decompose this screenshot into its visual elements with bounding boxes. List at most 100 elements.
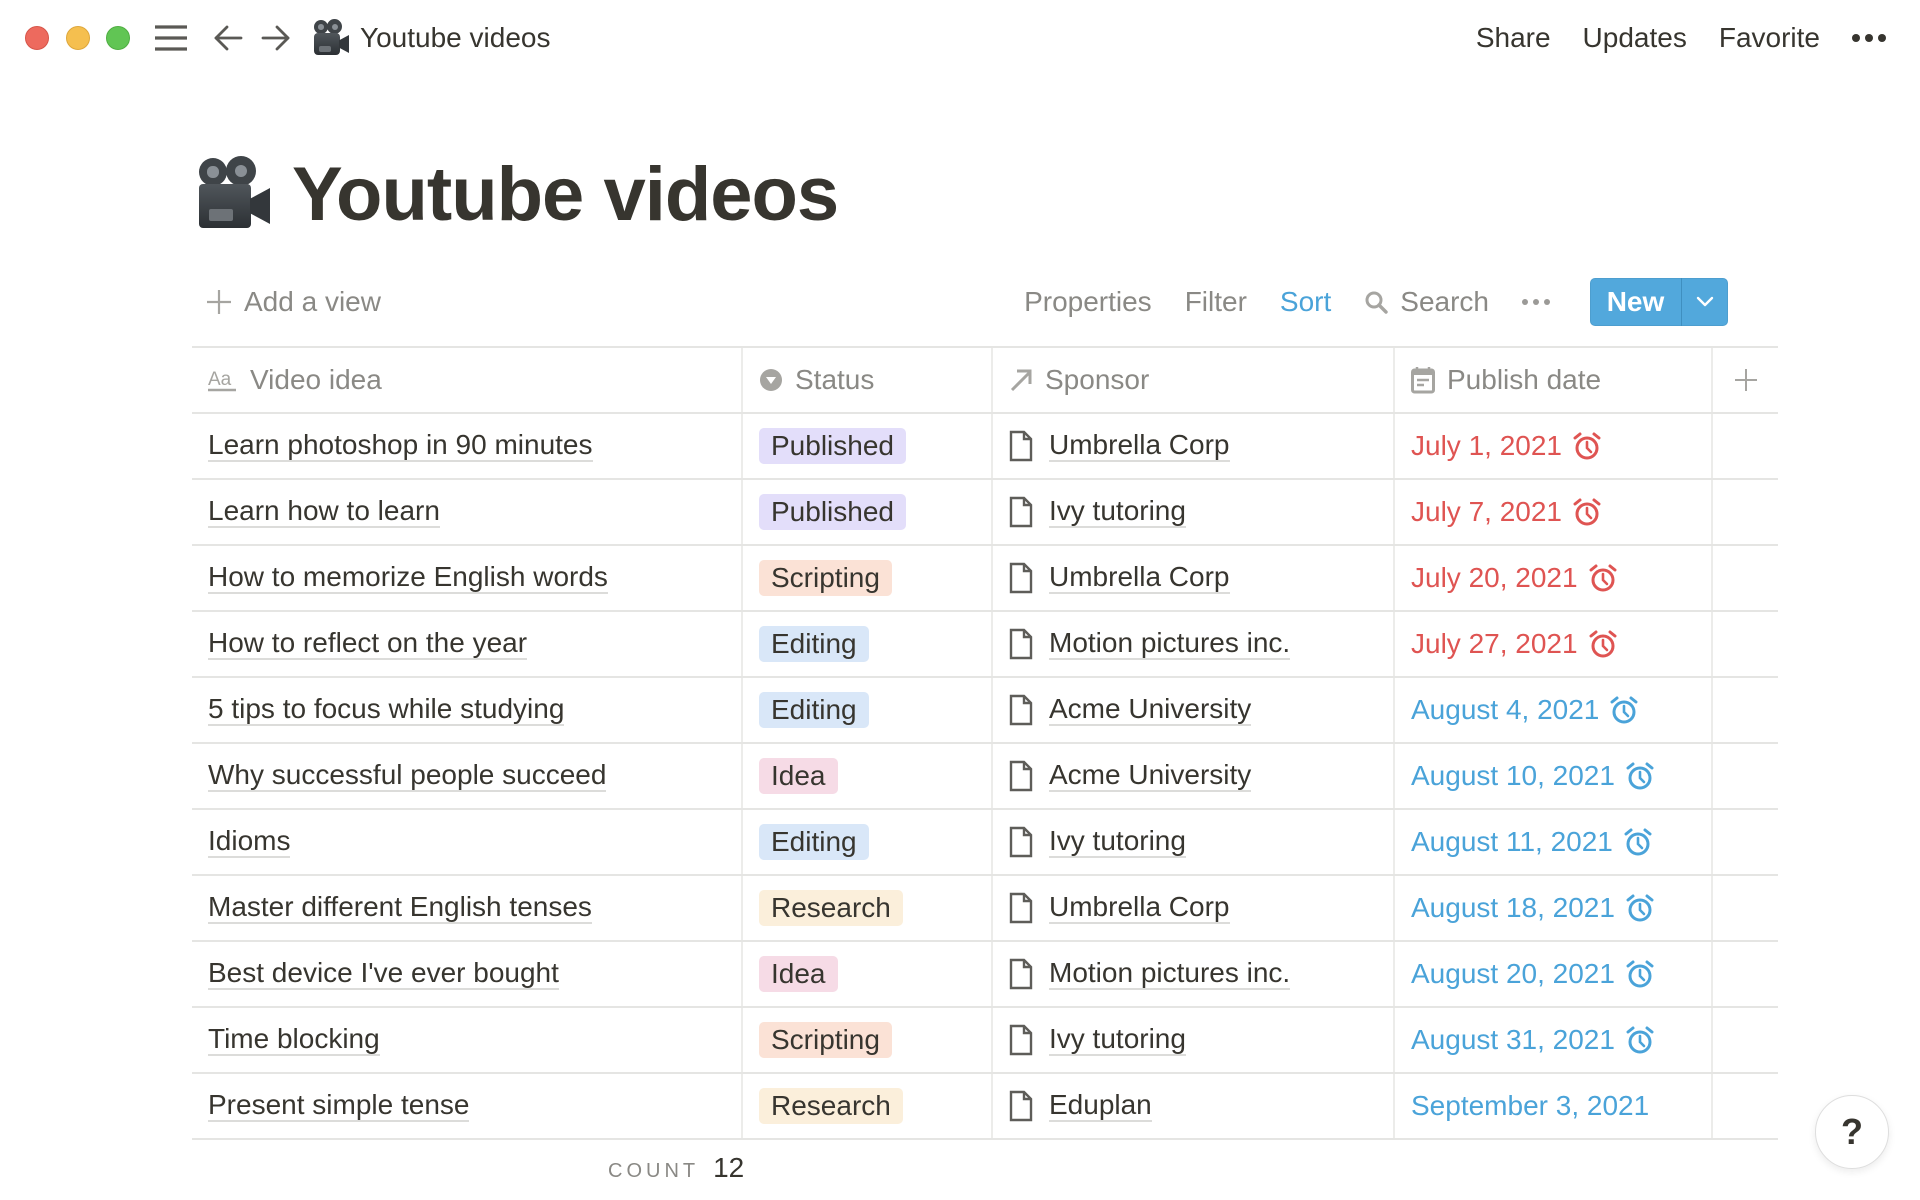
publish-date[interactable]: August 18, 2021 bbox=[1411, 892, 1655, 924]
sponsor-link[interactable]: Umbrella Corp bbox=[1009, 562, 1230, 594]
status-tag[interactable]: Editing bbox=[759, 692, 869, 728]
search-button[interactable]: Search bbox=[1364, 286, 1489, 318]
table-row[interactable]: Master different English tenses Research U… bbox=[192, 876, 1778, 942]
cell-sponsor[interactable]: Umbrella Corp bbox=[993, 546, 1395, 610]
sponsor-link[interactable]: Umbrella Corp bbox=[1009, 892, 1230, 924]
cell-publish-date[interactable]: August 11, 2021 bbox=[1395, 810, 1713, 874]
status-tag[interactable]: Scripting bbox=[759, 560, 892, 596]
cell-status[interactable]: Editing bbox=[743, 810, 993, 874]
cell-sponsor[interactable]: Eduplan bbox=[993, 1074, 1395, 1138]
cell-sponsor[interactable]: Acme University bbox=[993, 678, 1395, 742]
cell-sponsor[interactable]: Motion pictures inc. bbox=[993, 942, 1395, 1006]
sponsor-link[interactable]: Motion pictures inc. bbox=[1009, 628, 1291, 660]
cell-publish-date[interactable]: July 1, 2021 bbox=[1395, 414, 1713, 478]
filter-button[interactable]: Filter bbox=[1185, 286, 1247, 318]
page-title[interactable]: Youtube videos bbox=[292, 151, 839, 238]
video-idea-title[interactable]: Master different English tenses bbox=[208, 892, 592, 924]
cell-status[interactable]: Scripting bbox=[743, 1008, 993, 1072]
status-tag[interactable]: Idea bbox=[759, 956, 838, 992]
cell-video-idea[interactable]: Learn photoshop in 90 minutes bbox=[192, 414, 743, 478]
cell-sponsor[interactable]: Motion pictures inc. bbox=[993, 612, 1395, 676]
table-row[interactable]: Why successful people succeed Idea Acme Un… bbox=[192, 744, 1778, 810]
cell-status[interactable]: Editing bbox=[743, 612, 993, 676]
status-tag[interactable]: Editing bbox=[759, 824, 869, 860]
status-tag[interactable]: Published bbox=[759, 494, 906, 530]
status-tag[interactable]: Research bbox=[759, 1088, 903, 1124]
properties-button[interactable]: Properties bbox=[1024, 286, 1152, 318]
cell-publish-date[interactable]: July 20, 2021 bbox=[1395, 546, 1713, 610]
video-idea-title[interactable]: Learn how to learn bbox=[208, 496, 440, 528]
table-row[interactable]: How to memorize English words Scripting Um… bbox=[192, 546, 1778, 612]
new-dropdown-button[interactable] bbox=[1682, 278, 1728, 326]
publish-date[interactable]: August 10, 2021 bbox=[1411, 760, 1655, 792]
cell-publish-date[interactable]: August 18, 2021 bbox=[1395, 876, 1713, 940]
more-options-icon[interactable] bbox=[1852, 34, 1886, 42]
table-row[interactable]: Best device I've ever bought Idea Motion p… bbox=[192, 942, 1778, 1008]
column-header-sponsor[interactable]: Sponsor bbox=[993, 348, 1395, 412]
cell-status[interactable]: Published bbox=[743, 480, 993, 544]
sponsor-link[interactable]: Ivy tutoring bbox=[1009, 1024, 1186, 1056]
cell-video-idea[interactable]: How to reflect on the year bbox=[192, 612, 743, 676]
maximize-window-button[interactable] bbox=[106, 26, 130, 50]
table-row[interactable]: Present simple tense Research Eduplan Septe… bbox=[192, 1074, 1778, 1140]
table-row[interactable]: How to reflect on the year Editing Motion … bbox=[192, 612, 1778, 678]
status-tag[interactable]: Idea bbox=[759, 758, 838, 794]
cell-video-idea[interactable]: Best device I've ever bought bbox=[192, 942, 743, 1006]
table-row[interactable]: 5 tips to focus while studying Editing Acm… bbox=[192, 678, 1778, 744]
updates-button[interactable]: Updates bbox=[1583, 22, 1687, 54]
minimize-window-button[interactable] bbox=[66, 26, 90, 50]
cell-publish-date[interactable]: August 10, 2021 bbox=[1395, 744, 1713, 808]
cell-video-idea[interactable]: How to memorize English words bbox=[192, 546, 743, 610]
publish-date[interactable]: August 31, 2021 bbox=[1411, 1024, 1655, 1056]
close-window-button[interactable] bbox=[25, 26, 49, 50]
cell-sponsor[interactable]: Umbrella Corp bbox=[993, 414, 1395, 478]
cell-sponsor[interactable]: Ivy tutoring bbox=[993, 480, 1395, 544]
publish-date[interactable]: August 20, 2021 bbox=[1411, 958, 1655, 990]
status-tag[interactable]: Research bbox=[759, 890, 903, 926]
cell-video-idea[interactable]: Learn how to learn bbox=[192, 480, 743, 544]
cell-publish-date[interactable]: August 31, 2021 bbox=[1395, 1008, 1713, 1072]
cell-status[interactable]: Research bbox=[743, 876, 993, 940]
sort-button[interactable]: Sort bbox=[1280, 286, 1331, 318]
cell-status[interactable]: Scripting bbox=[743, 546, 993, 610]
cell-sponsor[interactable]: Acme University bbox=[993, 744, 1395, 808]
cell-publish-date[interactable]: August 20, 2021 bbox=[1395, 942, 1713, 1006]
cell-publish-date[interactable]: July 7, 2021 bbox=[1395, 480, 1713, 544]
publish-date[interactable]: July 7, 2021 bbox=[1411, 496, 1602, 528]
sponsor-link[interactable]: Acme University bbox=[1009, 694, 1252, 726]
publish-date[interactable]: July 1, 2021 bbox=[1411, 430, 1602, 462]
sponsor-link[interactable]: Motion pictures inc. bbox=[1009, 958, 1291, 990]
sponsor-link[interactable]: Eduplan bbox=[1009, 1090, 1152, 1122]
video-idea-title[interactable]: 5 tips to focus while studying bbox=[208, 694, 565, 726]
cell-sponsor[interactable]: Ivy tutoring bbox=[993, 1008, 1395, 1072]
cell-publish-date[interactable]: August 4, 2021 bbox=[1395, 678, 1713, 742]
share-button[interactable]: Share bbox=[1476, 22, 1551, 54]
cell-sponsor[interactable]: Ivy tutoring bbox=[993, 810, 1395, 874]
help-button[interactable]: ? bbox=[1815, 1095, 1889, 1169]
video-idea-title[interactable]: How to reflect on the year bbox=[208, 628, 528, 660]
video-idea-title[interactable]: Best device I've ever bought bbox=[208, 958, 559, 990]
column-header-video-idea[interactable]: Aa Video idea bbox=[192, 348, 743, 412]
video-idea-title[interactable]: How to memorize English words bbox=[208, 562, 608, 594]
publish-date[interactable]: August 11, 2021 bbox=[1411, 826, 1653, 858]
table-row[interactable]: Idioms Editing Ivy tutoring August 11, 2021 bbox=[192, 810, 1778, 876]
cell-video-idea[interactable]: Master different English tenses bbox=[192, 876, 743, 940]
column-header-publish-date[interactable]: Publish date bbox=[1395, 348, 1713, 412]
back-arrow-icon[interactable] bbox=[208, 18, 248, 58]
add-property-button[interactable] bbox=[1713, 348, 1778, 412]
sponsor-link[interactable]: Umbrella Corp bbox=[1009, 430, 1230, 462]
publish-date[interactable]: July 27, 2021 bbox=[1411, 628, 1618, 660]
publish-date[interactable]: September 3, 2021 bbox=[1411, 1090, 1649, 1122]
cell-video-idea[interactable]: Why successful people succeed bbox=[192, 744, 743, 808]
cell-status[interactable]: Published bbox=[743, 414, 993, 478]
page-icon-movie-camera[interactable] bbox=[196, 156, 272, 232]
video-idea-title[interactable]: Learn photoshop in 90 minutes bbox=[208, 430, 593, 462]
cell-status[interactable]: Idea bbox=[743, 942, 993, 1006]
table-row[interactable]: Time blocking Scripting Ivy tutoring August… bbox=[192, 1008, 1778, 1074]
new-button[interactable]: New bbox=[1590, 278, 1682, 326]
cell-video-idea[interactable]: Present simple tense bbox=[192, 1074, 743, 1138]
cell-status[interactable]: Research bbox=[743, 1074, 993, 1138]
video-idea-title[interactable]: Time blocking bbox=[208, 1024, 380, 1056]
add-view-button[interactable]: Add a view bbox=[206, 278, 381, 326]
favorite-button[interactable]: Favorite bbox=[1719, 22, 1820, 54]
